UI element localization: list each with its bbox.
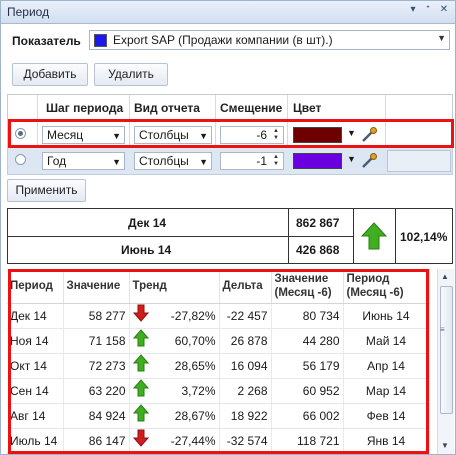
vertical-scrollbar[interactable]: ▲ ≡ ▼ [437,269,454,454]
chevron-down-icon: ▼ [437,33,446,43]
period-row[interactable]: Год ▼ Столбцы ▼ -1 ▲ ▼ ▼ [8,148,452,174]
apply-button[interactable]: Применить [7,179,86,202]
delete-button[interactable]: Удалить [94,63,168,86]
spin-up-icon: ▲ [273,154,279,160]
window-titlebar: Период ▾ ᐩ ✕ [1,1,455,24]
add-button[interactable]: Добавить [12,63,88,86]
eyedropper-icon[interactable] [360,152,378,170]
header-report: Вид отчета [134,101,200,115]
header-offset: Смещение [220,101,283,115]
summary-period-1: Дек 14 [128,216,167,230]
scroll-thumb[interactable] [440,286,453,414]
report-select[interactable]: Столбцы ▼ [134,152,212,170]
grip-icon: ≡ [440,325,445,334]
header-color: Цвет [293,101,322,115]
summary-value-2: 426 868 [296,243,340,257]
indicator-color-swatch [94,34,107,47]
summary-percent: 102,14% [400,230,448,244]
trend-up-arrow-icon [361,222,387,250]
window-title: Период [7,5,50,19]
chevron-down-icon: ▼ [112,157,121,167]
chevron-down-icon: ▼ [199,157,208,167]
indicator-select[interactable]: Export SAP (Продажи компании (в шт).) ▼ [89,30,450,50]
indicator-value: Export SAP (Продажи компании (в шт).) [113,33,333,47]
row-extra-cell [387,150,451,172]
summary-value-1: 862 867 [296,216,340,230]
menu-dropdown-icon[interactable]: ▾ [407,4,419,15]
header-step: Шаг периода [46,101,124,115]
scroll-up-icon[interactable]: ▲ [441,272,449,281]
color-swatch[interactable] [293,153,342,169]
scroll-down-icon[interactable]: ▼ [441,441,449,450]
chevron-down-icon[interactable]: ▼ [347,154,356,164]
table-highlight [8,269,429,454]
selected-row-highlight [8,119,454,148]
summary-period-2: Июнь 14 [121,243,172,257]
close-icon[interactable]: ✕ [438,4,450,15]
row-select-radio[interactable] [15,154,26,165]
spin-down-icon: ▼ [273,161,279,167]
period-window: Период ▾ ᐩ ✕ Показатель Export SAP (Прод… [0,0,456,455]
summary-panel: Дек 14 862 867 Июнь 14 426 868 102,14% [7,208,453,264]
step-select[interactable]: Год ▼ [42,152,125,170]
pin-icon[interactable]: ᐩ [422,4,434,15]
indicator-label: Показатель [12,34,81,48]
offset-spinner[interactable]: -1 ▲ ▼ [220,152,284,170]
